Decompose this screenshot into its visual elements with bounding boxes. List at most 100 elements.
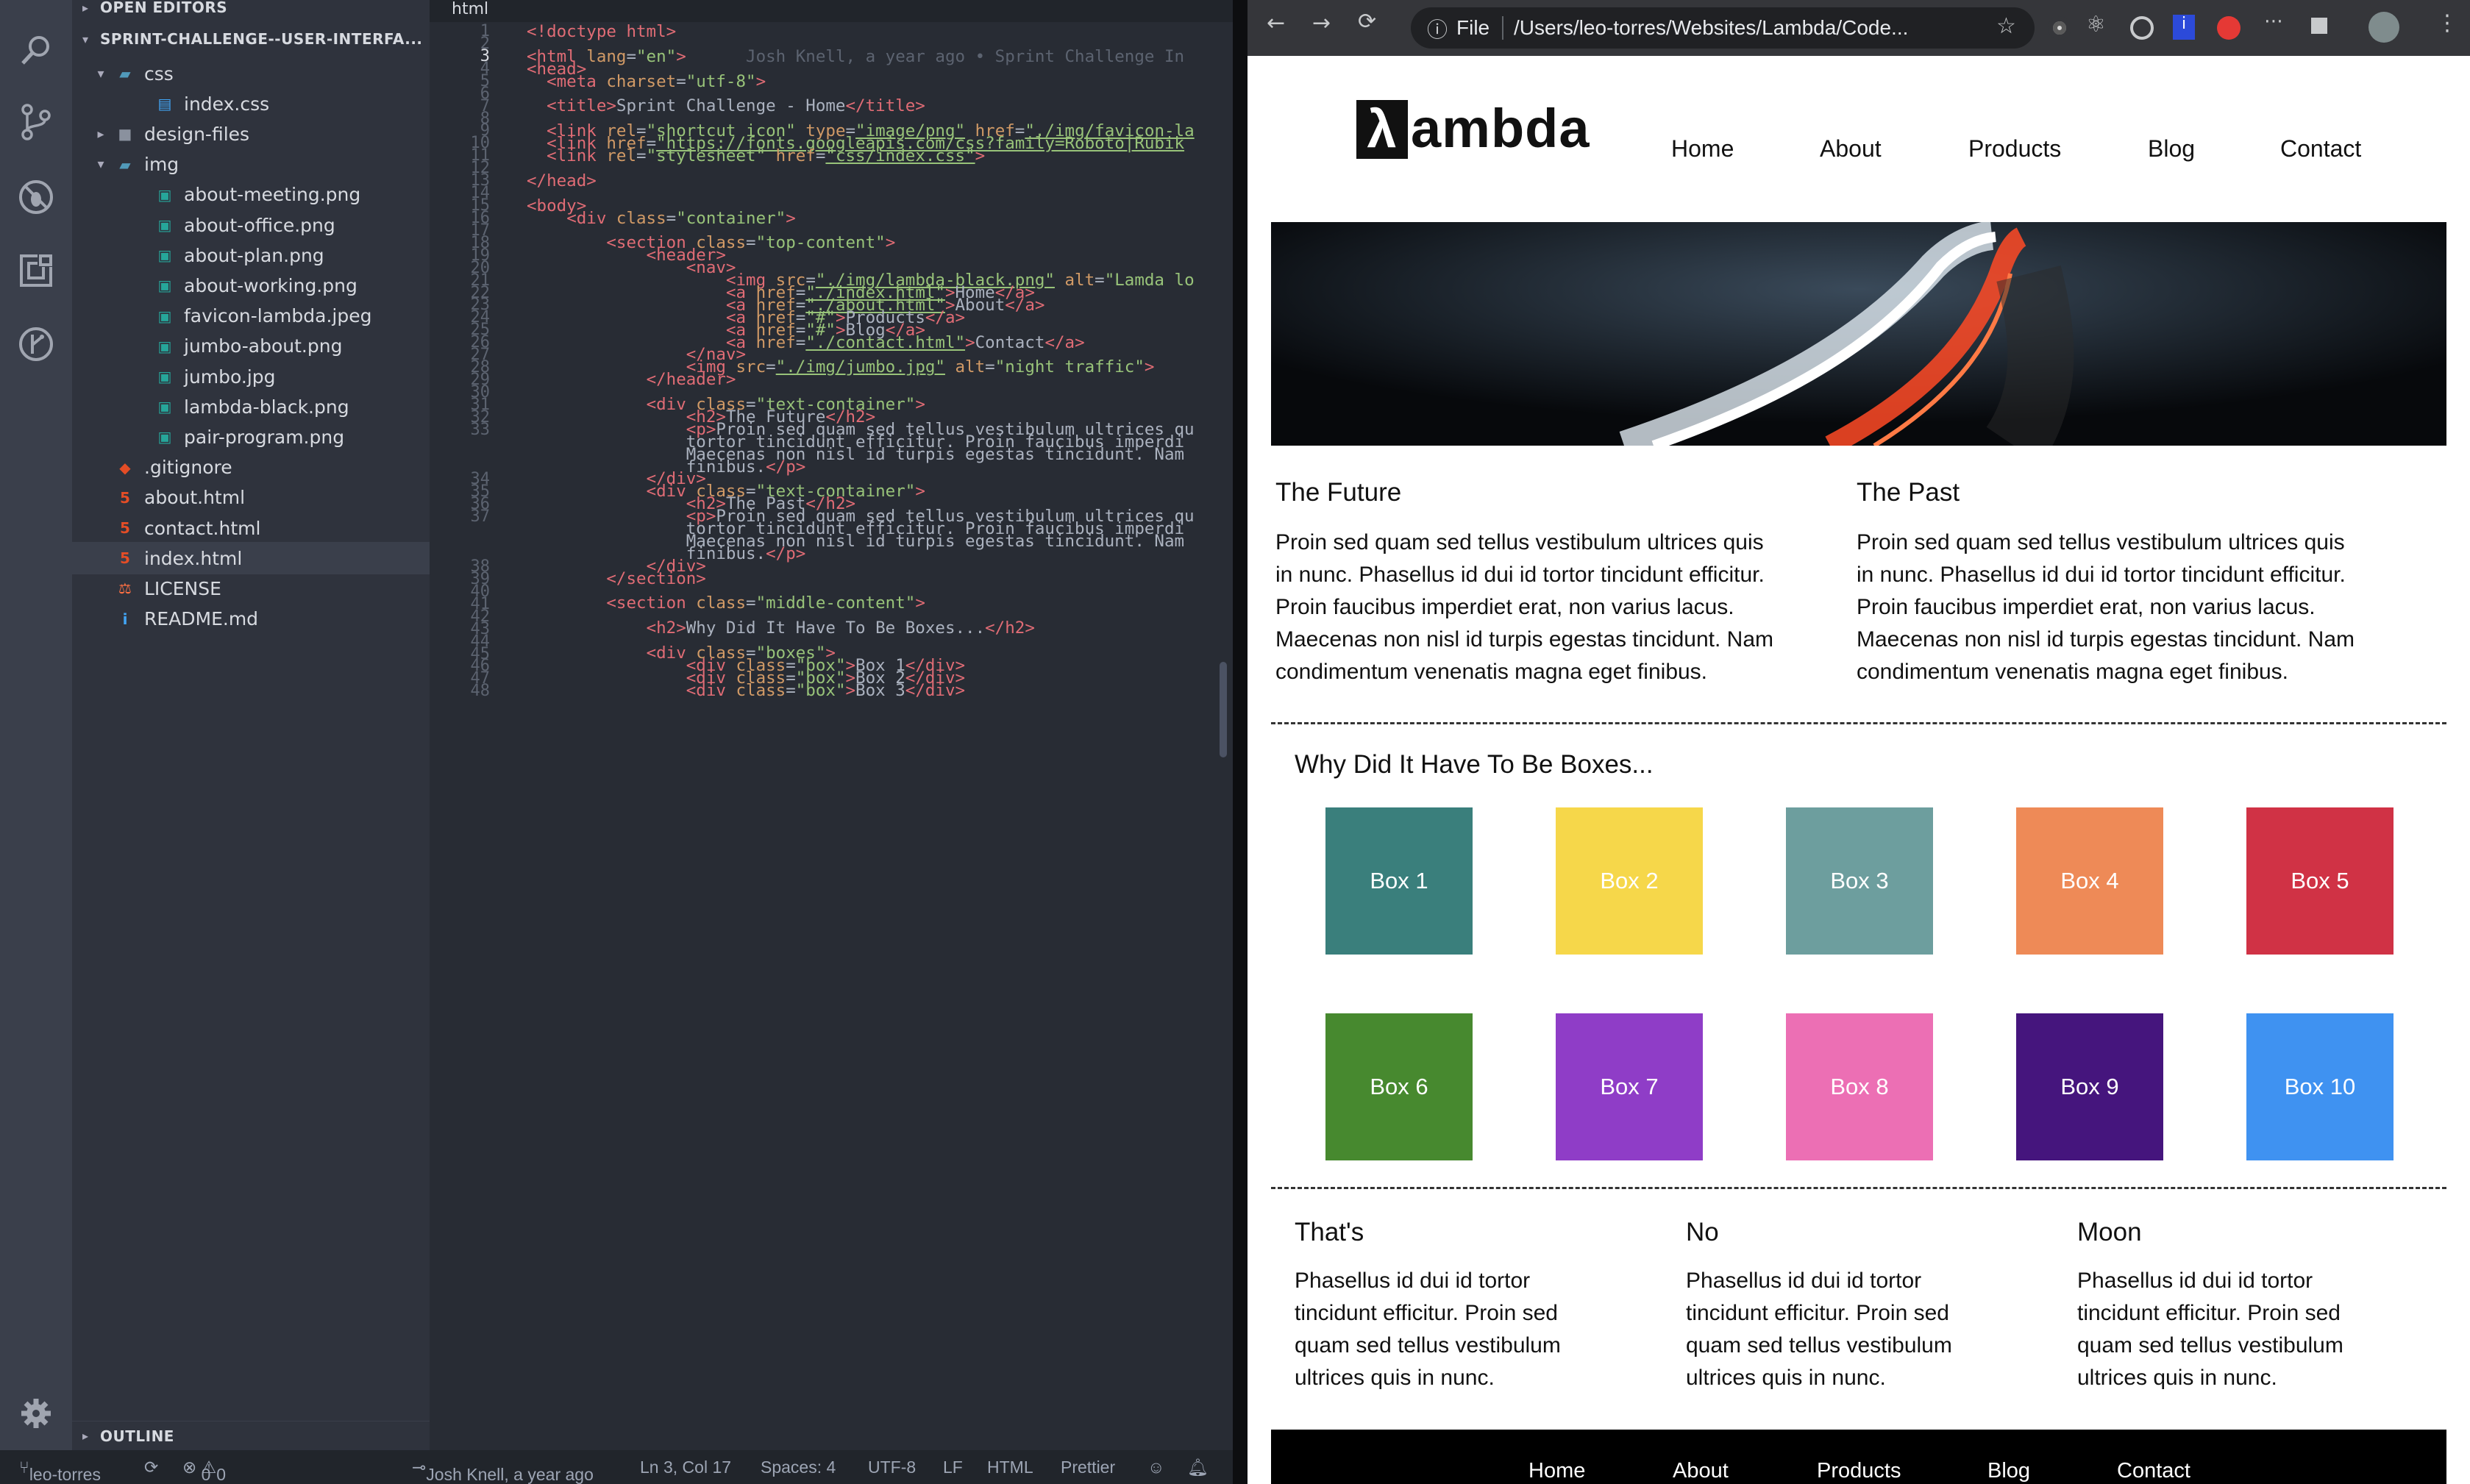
code-line[interactable]: <div class="container"> xyxy=(527,209,796,228)
footer-contact[interactable]: Contact xyxy=(2117,1459,2190,1483)
code-line[interactable]: <html lang="en"> Josh Knell, a year ago … xyxy=(527,47,1184,66)
tree-item[interactable]: ▣ about-plan.png xyxy=(72,239,430,271)
back-icon[interactable]: ← xyxy=(1267,10,1285,36)
nav-about[interactable]: About xyxy=(1820,135,1882,163)
tree-item[interactable]: ▣ about-meeting.png xyxy=(72,179,430,211)
footer-about[interactable]: About xyxy=(1673,1459,1729,1483)
tree-item[interactable]: ▣ about-working.png xyxy=(72,269,430,302)
nav-home[interactable]: Home xyxy=(1671,135,1734,163)
box-7: Box 7 xyxy=(1556,1013,1703,1160)
debug-icon[interactable] xyxy=(15,176,57,218)
code-token: <link xyxy=(547,146,607,165)
code-line[interactable]: </header> xyxy=(527,370,736,389)
forward-icon[interactable]: → xyxy=(1312,10,1331,36)
image-file-icon: ▣ xyxy=(157,307,172,325)
blame-text: Josh Knell, a year ago xyxy=(426,1465,594,1484)
extension-3-icon[interactable] xyxy=(2130,16,2154,40)
feedback-smiley-icon[interactable]: ☺ xyxy=(1147,1458,1164,1477)
tree-item[interactable]: ▤ index.css xyxy=(72,88,430,120)
code-line[interactable]: <section class="middle-content"> xyxy=(527,593,925,613)
breadcrumb-html[interactable]: html xyxy=(452,0,488,18)
nav-products[interactable]: Products xyxy=(1968,135,2061,163)
tree-item[interactable]: ⚖ LICENSE xyxy=(72,572,430,604)
notifications-bell-icon[interactable]: 🔔︎ xyxy=(1187,1458,1209,1477)
code-token: <section xyxy=(606,593,697,613)
extension-1-icon[interactable] xyxy=(2048,16,2071,40)
menu-kebab-icon[interactable]: ⋮ xyxy=(2436,10,2458,36)
nav-contact[interactable]: Contact xyxy=(2280,135,2361,163)
profile-avatar[interactable] xyxy=(2368,12,2399,43)
footer-products[interactable]: Products xyxy=(1817,1459,1901,1483)
encoding-status[interactable]: UTF-8 xyxy=(868,1458,916,1477)
code-token: <h2> xyxy=(646,618,686,638)
editor-breadcrumb: html xyxy=(430,0,1233,22)
tree-item[interactable]: 5 index.html xyxy=(72,542,430,575)
url-text[interactable]: /Users/leo-torres/Websites/Lambda/Code..… xyxy=(1514,16,1908,40)
tree-item[interactable]: ▣ lambda-black.png xyxy=(72,390,430,423)
code-token: </p> xyxy=(766,457,806,477)
tree-item[interactable]: ▣ pair-program.png xyxy=(72,421,430,453)
problems-status[interactable]: ⊗ 0 ⚠ 0 xyxy=(182,1458,226,1484)
lambda-logo[interactable]: λ ambda xyxy=(1356,97,1590,160)
code-line[interactable]: <link rel="stylesheet" href="css/index.c… xyxy=(527,146,985,165)
language-mode[interactable]: HTML xyxy=(987,1458,1033,1477)
info-icon[interactable]: ⓘ xyxy=(1427,14,1448,43)
settings-gear-icon[interactable] xyxy=(15,1393,57,1434)
extension-7-icon[interactable] xyxy=(2311,18,2327,34)
tree-item[interactable]: ▾ ▰ img xyxy=(72,149,430,181)
tree-item[interactable]: ▣ favicon-lambda.jpeg xyxy=(72,300,430,332)
prettier-status[interactable]: Prettier xyxy=(1061,1458,1115,1477)
code-line[interactable]: <div class="box">Box 3</div> xyxy=(527,681,965,700)
branch-status[interactable]: ⑂ leo-torres xyxy=(19,1458,101,1484)
code-line[interactable]: <h2>Why Did It Have To Be Boxes...</h2> xyxy=(527,618,1035,638)
css-file-icon: ▤ xyxy=(157,95,172,113)
extension-4-icon[interactable]: i xyxy=(2173,15,2195,40)
search-icon[interactable] xyxy=(15,29,57,71)
code-editor[interactable]: html 1 2 3 4 5 6 7 8 9 10 11 12 13 14 15 16 17 18 19 20 21 22… xyxy=(430,0,1233,1450)
code-token: = xyxy=(666,208,677,228)
open-editors-section[interactable]: ▸ OPEN EDITORS xyxy=(72,0,430,22)
reload-icon[interactable]: ⟳ xyxy=(1358,9,1376,35)
tree-item[interactable]: i README.md xyxy=(72,603,430,635)
tree-item[interactable]: ▾ ▰ css xyxy=(72,57,430,90)
bookmark-star-icon[interactable]: ☆ xyxy=(1996,13,2016,39)
browser-toolbar: ← → ⟳ ⓘ File /Users/leo-torres/Websites/… xyxy=(1248,0,2470,56)
explorer-sidebar: ▸ OPEN EDITORS ▾ SPRINT-CHALLENGE--USER-… xyxy=(72,0,430,1450)
project-section[interactable]: ▾ SPRINT-CHALLENGE--USER-INTERFA... xyxy=(72,24,430,54)
code-token: > xyxy=(1144,357,1155,377)
extensions-icon[interactable] xyxy=(15,250,57,291)
code-line[interactable]: </head> xyxy=(527,171,597,190)
footer-home[interactable]: Home xyxy=(1528,1459,1585,1483)
tree-item[interactable]: ▣ jumbo-about.png xyxy=(72,330,430,363)
react-devtools-icon[interactable]: ⚛ xyxy=(2086,12,2106,38)
extension-6-icon[interactable]: ⋯ xyxy=(2264,10,2283,32)
indentation-status[interactable]: Spaces: 4 xyxy=(761,1458,836,1477)
code-line[interactable]: </section> xyxy=(527,569,705,588)
blame-status[interactable]: ⊸ Josh Knell, a year ago xyxy=(412,1458,594,1484)
code-token: = xyxy=(766,357,776,377)
source-control-icon[interactable] xyxy=(15,101,57,143)
tree-item[interactable]: 5 contact.html xyxy=(72,512,430,544)
tree-item[interactable]: ▸ ■ design-files xyxy=(72,118,430,150)
tree-item[interactable]: ▣ jumbo.jpg xyxy=(72,360,430,393)
tree-item-label: index.html xyxy=(144,547,243,569)
extension-5-icon[interactable] xyxy=(2217,16,2241,40)
code-token: > xyxy=(786,208,796,228)
sync-icon[interactable]: ⟳ xyxy=(144,1458,158,1477)
outline-section[interactable]: ▸ OUTLINE xyxy=(72,1421,430,1450)
tree-item-label: pair-program.png xyxy=(184,426,345,448)
tree-item[interactable]: ▣ about-office.png xyxy=(72,209,430,241)
eol-status[interactable]: LF xyxy=(943,1458,963,1477)
code-line[interactable]: <title>Sprint Challenge - Home</title> xyxy=(527,96,925,115)
editor-scrollbar[interactable] xyxy=(1220,662,1227,757)
tree-item[interactable]: ◆ .gitignore xyxy=(72,452,430,484)
address-bar[interactable]: ⓘ File /Users/leo-torres/Websites/Lambda… xyxy=(1411,7,2035,49)
tree-item[interactable]: 5 about.html xyxy=(72,482,430,514)
nav-blog[interactable]: Blog xyxy=(2148,135,2195,163)
code-line[interactable]: <!doctype html> xyxy=(527,22,676,41)
footer-blog[interactable]: Blog xyxy=(1987,1459,2030,1483)
code-token: > xyxy=(915,593,925,613)
gitlens-icon[interactable] xyxy=(15,324,57,365)
code-line[interactable]: <meta charset="utf-8"> xyxy=(527,72,766,91)
cursor-position[interactable]: Ln 3, Col 17 xyxy=(640,1458,731,1477)
